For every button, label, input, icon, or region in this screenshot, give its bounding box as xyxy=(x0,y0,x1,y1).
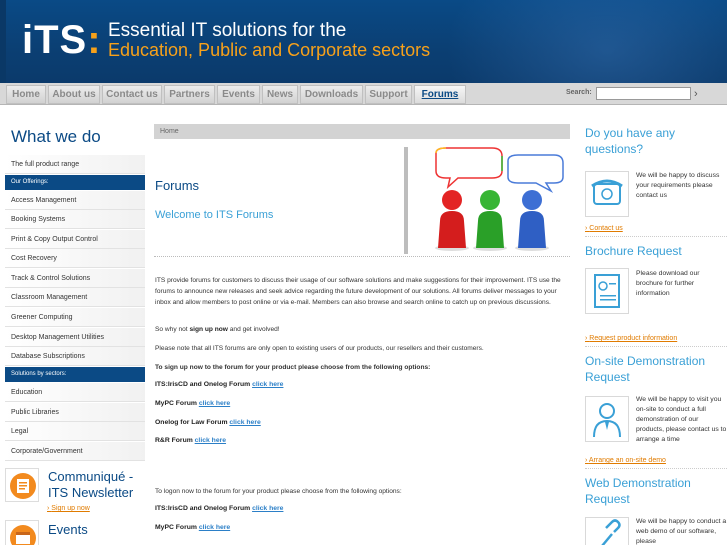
contact-us-link[interactable]: Contact us xyxy=(585,225,622,232)
forum-name: MyPC Forum xyxy=(155,400,197,407)
signup-iriscd-link[interactable]: click here xyxy=(252,381,283,388)
page-title: Forums xyxy=(155,178,200,193)
logon-instruction: To logon now to the forum for your produ… xyxy=(155,488,402,495)
nav-about-us[interactable]: About us xyxy=(48,85,100,104)
signup-rr-link[interactable]: click here xyxy=(195,437,226,444)
newsletter-title-1: Communiqué - xyxy=(48,469,134,484)
brochure-text: Please download our brochure for further… xyxy=(636,270,700,297)
access-note: Please note that all ITS forums are only… xyxy=(155,345,484,352)
events-icon[interactable] xyxy=(5,520,39,545)
sidebar-item-database[interactable]: Database Subscriptions xyxy=(5,347,145,366)
signup-forum-rr: R&R Forum click here xyxy=(155,437,226,444)
brochure-title: Brochure Request xyxy=(585,244,682,258)
sidebar-sector-corporate[interactable]: Corporate/Government xyxy=(5,442,145,461)
forum-hero-image xyxy=(404,147,570,254)
logon-forum-mypc: MyPC Forum click here xyxy=(155,524,230,531)
search-label: Search: xyxy=(566,89,592,96)
questions-title: Do you have any questions? xyxy=(585,126,676,156)
nav-contact-us[interactable]: Contact us xyxy=(102,85,162,104)
content-divider xyxy=(154,256,570,257)
signup-onelog-law-link[interactable]: click here xyxy=(229,419,260,426)
nav-events[interactable]: Events xyxy=(217,85,260,104)
signup-call-pre: So why not xyxy=(155,326,190,333)
site-header: iTS: Essential IT solutions for the Educ… xyxy=(0,0,727,83)
main-nav: Home About us Contact us Partners Events… xyxy=(0,83,727,105)
signup-call: So why not sign up now and get involved! xyxy=(155,324,565,335)
sidebar-item-access-management[interactable]: Access Management xyxy=(5,191,145,210)
web-demo-text: We will be happy to conduct a web demo o… xyxy=(636,518,727,545)
sidebar-item-cost-recovery[interactable]: Cost Recovery xyxy=(5,249,145,268)
onsite-demo-title: On-site Demonstration Request xyxy=(585,354,706,384)
right-divider xyxy=(585,236,727,237)
right-divider xyxy=(585,346,727,347)
sidebar-full-range[interactable]: The full product range xyxy=(5,155,145,174)
sidebar-item-booking-systems[interactable]: Booking Systems xyxy=(5,210,145,229)
offerings-header: Our Offerings: xyxy=(5,175,145,190)
brochure-icon[interactable] xyxy=(585,268,629,314)
tagline-line2: Education, Public and Corporate sectors xyxy=(108,40,431,60)
nav-forums[interactable]: Forums xyxy=(414,85,466,104)
logon-iriscd-link[interactable]: click here xyxy=(252,505,283,512)
logon-mypc-link[interactable]: click here xyxy=(199,524,230,531)
sidebar-item-greener[interactable]: Greener Computing xyxy=(5,308,145,327)
intro-paragraph: ITS provide forums for customers to disc… xyxy=(155,277,561,306)
request-info-link[interactable]: Request product information xyxy=(585,335,677,342)
person-icon[interactable] xyxy=(585,396,629,442)
what-we-do-heading: What we do xyxy=(11,127,101,146)
arrange-demo-link[interactable]: Arrange an on-site demo xyxy=(585,457,666,464)
header-edge xyxy=(0,0,6,83)
sidebar-item-desktop-mgmt[interactable]: Desktop Management Utilities xyxy=(5,328,145,347)
nav-support[interactable]: Support xyxy=(365,85,412,104)
signup-forum-mypc: MyPC Forum click here xyxy=(155,400,230,407)
its-logo[interactable]: iTS: xyxy=(22,18,102,62)
sidebar-sector-education[interactable]: Education xyxy=(5,383,145,402)
web-demo-title: Web Demonstration Request xyxy=(585,476,691,506)
logo-text: iTS xyxy=(22,18,88,62)
tagline-line1: Essential IT solutions for the xyxy=(108,20,347,41)
sidebar-sector-libraries[interactable]: Public Libraries xyxy=(5,403,145,422)
sectors-header: Solutions by sectors: xyxy=(5,367,145,382)
signup-call-post: and get involved! xyxy=(227,326,280,333)
logon-forum-iriscd: ITS:IrisCD and Onelog Forum click here xyxy=(155,505,283,512)
right-divider xyxy=(585,468,727,469)
sidebar-item-track-control[interactable]: Track & Control Solutions xyxy=(5,269,145,288)
questions-text: We will be happy to discuss your require… xyxy=(636,172,720,199)
events-title: Events xyxy=(48,522,88,537)
forum-name: R&R Forum xyxy=(155,437,193,444)
forum-name: ITS:IrisCD and Onelog Forum xyxy=(155,505,251,512)
logo-colon: : xyxy=(87,18,102,62)
forum-name: MyPC Forum xyxy=(155,524,197,531)
welcome-heading: Welcome to ITS Forums xyxy=(155,209,274,221)
header-glow xyxy=(447,0,727,83)
onsite-demo-text: We will be happy to visit you on-site to… xyxy=(636,396,727,443)
newsletter-title-2: ITS Newsletter xyxy=(48,485,134,500)
signup-mypc-link[interactable]: click here xyxy=(199,400,230,407)
sidebar-item-print-copy[interactable]: Print & Copy Output Control xyxy=(5,230,145,249)
nav-downloads[interactable]: Downloads xyxy=(300,85,363,104)
sidebar-sector-legal[interactable]: Legal xyxy=(5,422,145,441)
newsletter-icon[interactable] xyxy=(5,468,39,502)
forum-name: Onelog for Law Forum xyxy=(155,419,228,426)
nav-partners[interactable]: Partners xyxy=(164,85,215,104)
signup-call-bold: sign up now xyxy=(189,326,228,333)
sidebar-item-classroom[interactable]: Classroom Management xyxy=(5,288,145,307)
breadcrumb[interactable]: Home xyxy=(154,124,570,139)
forum-name: ITS:IrisCD and Onelog Forum xyxy=(155,381,251,388)
web-demo-icon[interactable] xyxy=(585,517,629,545)
signup-instruction: To sign up now to the forum for your pro… xyxy=(155,364,431,371)
newsletter-signup-link[interactable]: Sign up now xyxy=(47,505,90,512)
signup-forum-onelog-law: Onelog for Law Forum click here xyxy=(155,419,261,426)
nav-home[interactable]: Home xyxy=(6,85,46,104)
phone-icon[interactable] xyxy=(585,171,629,217)
search-go-icon[interactable]: › xyxy=(694,87,706,101)
signup-forum-iriscd: ITS:IrisCD and Onelog Forum click here xyxy=(155,381,283,388)
search-input[interactable] xyxy=(596,87,691,100)
nav-news[interactable]: News xyxy=(262,85,298,104)
